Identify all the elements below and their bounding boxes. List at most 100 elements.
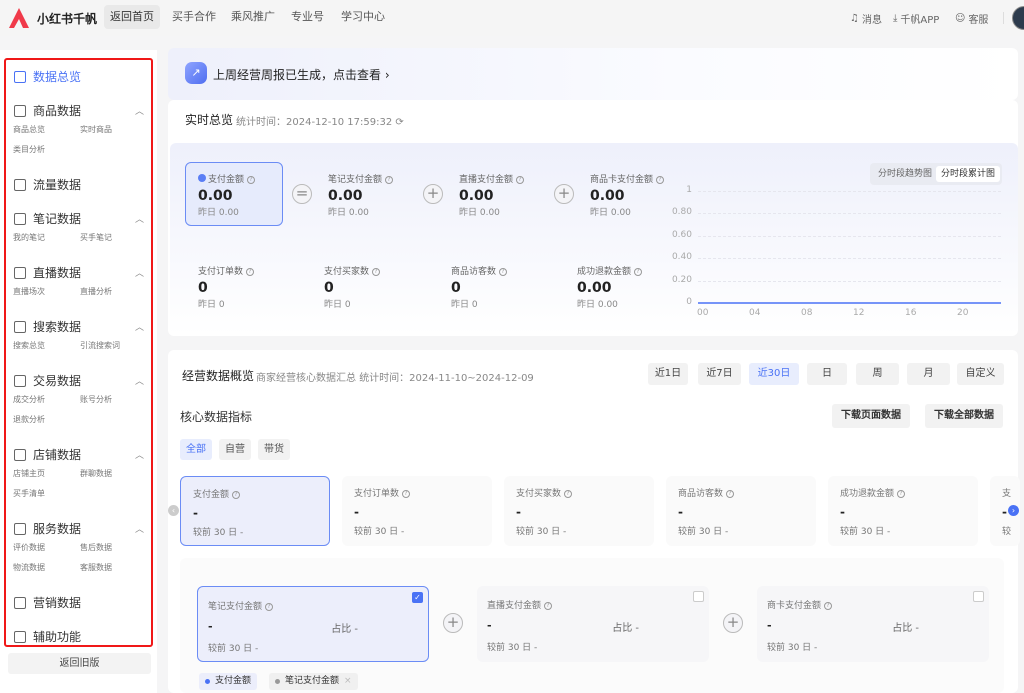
sidebar-subitem[interactable]: 类目分析 xyxy=(13,144,45,155)
sidebar-subitem[interactable]: 买手笔记 xyxy=(80,232,112,243)
help-icon[interactable]: ? xyxy=(246,267,255,276)
period-button-3[interactable]: 日 xyxy=(807,363,847,385)
help-icon[interactable]: ? xyxy=(232,490,241,499)
sidebar-subitem[interactable]: 直播场次 xyxy=(13,286,45,297)
help-icon[interactable]: ? xyxy=(656,175,665,184)
sidebar-subitem[interactable]: 客服数据 xyxy=(80,562,112,573)
return-old-version-button[interactable]: 返回旧版 xyxy=(8,653,151,674)
chevron-up-icon[interactable]: ︿ xyxy=(135,320,144,333)
nav-2[interactable]: 乘风推广 xyxy=(225,5,281,29)
breakdown-row: - 占比 - xyxy=(767,619,979,634)
help-icon[interactable]: ? xyxy=(516,175,525,184)
download-page-data-button[interactable]: 下载页面数据 xyxy=(832,404,910,428)
topbar-chat-link[interactable]: ☺ 客服 xyxy=(955,11,988,26)
filter-tab-2[interactable]: 带货 xyxy=(258,439,290,460)
cumulative-chart-tab[interactable]: 分时段累计图 xyxy=(936,166,1001,182)
period-button-2[interactable]: 近30日 xyxy=(749,363,799,385)
legend-item[interactable]: 支付金额 xyxy=(199,673,258,690)
nav-0[interactable]: 返回首页 xyxy=(104,5,160,29)
sidebar-item-4[interactable]: 直播数据 xyxy=(14,264,81,281)
kpi-card[interactable]: 支付金额? - 较前 30 日 - xyxy=(180,476,330,546)
breakdown-card[interactable]: 直播支付金额? - 占比 - 较前 30 日 - xyxy=(477,586,709,662)
nav-1[interactable]: 买手合作 xyxy=(166,5,222,29)
checkbox[interactable]: ✓ xyxy=(412,592,423,603)
sidebar-item-5[interactable]: 搜索数据 xyxy=(14,318,81,335)
sidebar-item-7[interactable]: 店铺数据 xyxy=(14,446,81,463)
filter-tab-1[interactable]: 自营 xyxy=(219,439,251,460)
filter-tab-0[interactable]: 全部 xyxy=(180,439,212,460)
kpi-value: - xyxy=(1002,505,1007,519)
legend-item[interactable]: 笔记支付金额 × xyxy=(269,673,358,690)
chevron-up-icon[interactable]: ︿ xyxy=(135,448,144,461)
help-icon[interactable]: ? xyxy=(897,489,906,498)
chevron-up-icon[interactable]: ︿ xyxy=(135,104,144,117)
help-icon[interactable]: ? xyxy=(402,489,411,498)
close-icon[interactable]: × xyxy=(344,673,352,690)
sidebar-subitem[interactable]: 引流搜索词 xyxy=(80,340,120,351)
weekly-report-link[interactable]: 上周经营周报已生成，点击查看 › xyxy=(213,66,390,83)
refresh-icon[interactable]: ⟳ xyxy=(395,117,403,128)
chevron-up-icon[interactable]: ︿ xyxy=(135,522,144,535)
sidebar-item-3[interactable]: 笔记数据 xyxy=(14,210,81,227)
sidebar-item-9[interactable]: 营销数据 xyxy=(14,594,81,611)
sidebar-item-10[interactable]: 辅助功能 xyxy=(14,628,81,645)
sidebar-item-0[interactable]: 数据总览 xyxy=(14,68,81,85)
download-all-data-button[interactable]: 下载全部数据 xyxy=(925,404,1003,428)
sidebar-subitem[interactable]: 成交分析 xyxy=(13,394,45,405)
sidebar-subitem[interactable]: 搜索总览 xyxy=(13,340,45,351)
sidebar-subitem[interactable]: 商品总览 xyxy=(13,124,45,135)
sidebar-subitem[interactable]: 买手清单 xyxy=(13,488,45,499)
period-button-0[interactable]: 近1日 xyxy=(648,363,688,385)
sidebar-subitem[interactable]: 物流数据 xyxy=(13,562,45,573)
sidebar-subitem[interactable]: 实时商品 xyxy=(80,124,112,135)
help-icon[interactable]: ? xyxy=(726,489,735,498)
kpi-card[interactable]: 支付买家数? - 较前 30 日 - xyxy=(504,476,654,546)
sidebar-subitem[interactable]: 评价数据 xyxy=(13,542,45,553)
metric-yesterday: 昨日 0.00 xyxy=(328,208,369,218)
topbar-bell-link[interactable]: ♫ 消息 xyxy=(850,11,882,26)
sidebar-item-8[interactable]: 服务数据 xyxy=(14,520,81,537)
checkbox[interactable] xyxy=(693,591,704,602)
sidebar-subitem[interactable]: 售后数据 xyxy=(80,542,112,553)
chevron-up-icon[interactable]: ︿ xyxy=(135,212,144,225)
sidebar-subitem[interactable]: 群聊数据 xyxy=(80,468,112,479)
sidebar-item-2[interactable]: 流量数据 xyxy=(14,176,81,193)
breakdown-card[interactable]: ✓ 笔记支付金额? - 占比 - 较前 30 日 - xyxy=(197,586,429,662)
chevron-up-icon[interactable]: ︿ xyxy=(135,266,144,279)
help-icon[interactable]: ? xyxy=(372,267,381,276)
nav-4[interactable]: 学习中心 xyxy=(335,5,391,29)
kpi-label: 支 xyxy=(1002,486,1011,499)
help-icon[interactable]: ? xyxy=(499,267,508,276)
money-bag-icon xyxy=(198,174,206,182)
nav-3[interactable]: 专业号 xyxy=(285,5,330,29)
sidebar-subitem[interactable]: 直播分析 xyxy=(80,286,112,297)
help-icon[interactable]: ? xyxy=(247,175,256,184)
help-icon[interactable]: ? xyxy=(544,601,553,610)
help-icon[interactable]: ? xyxy=(265,602,274,611)
scroll-left-button[interactable]: ‹ xyxy=(168,505,179,516)
help-icon[interactable]: ? xyxy=(385,175,394,184)
sidebar-item-1[interactable]: 商品数据 xyxy=(14,102,81,119)
sidebar-subitem[interactable]: 我的笔记 xyxy=(13,232,45,243)
kpi-card[interactable]: 成功退款金额? - 较前 30 日 - xyxy=(828,476,978,546)
checkbox[interactable] xyxy=(973,591,984,602)
breakdown-card[interactable]: 商卡支付金额? - 占比 - 较前 30 日 - xyxy=(757,586,989,662)
kpi-card[interactable]: 商品访客数? - 较前 30 日 - xyxy=(666,476,816,546)
scroll-right-button[interactable]: › xyxy=(1008,505,1019,516)
sidebar-subitem[interactable]: 账号分析 xyxy=(80,394,112,405)
period-button-6[interactable]: 自定义 xyxy=(957,363,1004,385)
sidebar-subitem[interactable]: 店铺主页 xyxy=(13,468,45,479)
sidebar-item-6[interactable]: 交易数据 xyxy=(14,372,81,389)
chevron-up-icon[interactable]: ︿ xyxy=(135,374,144,387)
kpi-card[interactable]: 支付订单数? - 较前 30 日 - xyxy=(342,476,492,546)
sidebar-subitem[interactable]: 退款分析 xyxy=(13,414,45,425)
grid-line xyxy=(698,280,1001,282)
topbar-download-link[interactable]: ⤓ 千帆APP xyxy=(893,11,939,26)
period-button-4[interactable]: 周 xyxy=(856,363,899,385)
help-icon[interactable]: ? xyxy=(824,601,833,610)
trend-chart-tab[interactable]: 分时段趋势图 xyxy=(873,166,937,182)
help-icon[interactable]: ? xyxy=(634,267,643,276)
help-icon[interactable]: ? xyxy=(564,489,573,498)
period-button-1[interactable]: 近7日 xyxy=(698,363,741,385)
period-button-5[interactable]: 月 xyxy=(907,363,950,385)
